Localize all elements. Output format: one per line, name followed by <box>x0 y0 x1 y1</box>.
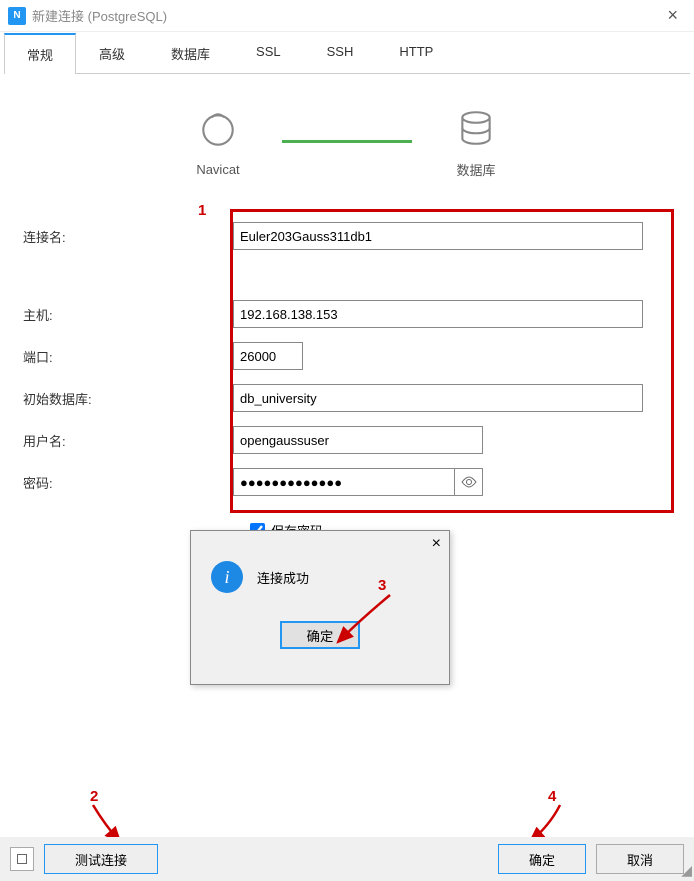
popup-ok-button[interactable]: 确定 <box>280 621 360 649</box>
success-popup: × i 连接成功 确定 <box>190 530 450 685</box>
conn-name-label: 连接名: <box>23 227 233 246</box>
close-icon[interactable]: × <box>659 5 686 26</box>
title-bar: N 新建连接 (PostgreSQL) × <box>0 0 694 32</box>
initdb-label: 初始数据库: <box>23 389 233 408</box>
port-label: 端口: <box>23 347 233 366</box>
database-label: 数据库 <box>456 160 495 179</box>
host-input[interactable] <box>233 300 643 328</box>
pwd-label: 密码: <box>23 473 233 492</box>
window-title: 新建连接 (PostgreSQL) <box>32 6 167 25</box>
ok-button[interactable]: 确定 <box>498 844 586 874</box>
form-highlight-box: 连接名: 主机: 端口: 初始数据库: 用户名: 密码: <box>230 209 674 513</box>
tab-bar: 常规 高级 数据库 SSL SSH HTTP <box>4 32 690 74</box>
conn-name-input[interactable] <box>233 222 643 250</box>
user-input[interactable] <box>233 426 483 454</box>
eye-icon[interactable] <box>455 468 483 496</box>
test-connection-button[interactable]: 测试连接 <box>44 844 158 874</box>
popup-message: 连接成功 <box>257 568 309 587</box>
resize-grip-icon[interactable]: ◢ <box>681 862 692 879</box>
tab-ssh[interactable]: SSH <box>304 33 377 74</box>
navicat-label: Navicat <box>196 162 239 177</box>
app-icon: N <box>8 7 26 25</box>
user-label: 用户名: <box>23 431 233 450</box>
annotation-3: 3 <box>378 577 386 594</box>
cancel-button[interactable]: 取消 <box>596 844 684 874</box>
database-icon <box>452 104 500 152</box>
tab-http[interactable]: HTTP <box>376 33 456 74</box>
tab-advanced[interactable]: 高级 <box>76 33 148 74</box>
port-input[interactable] <box>233 342 303 370</box>
connection-line <box>282 140 412 143</box>
tab-database[interactable]: 数据库 <box>148 33 233 74</box>
popup-close-icon[interactable]: × <box>432 535 441 553</box>
tab-general[interactable]: 常规 <box>4 33 76 74</box>
annotation-2: 2 <box>90 788 98 805</box>
pwd-input[interactable] <box>233 468 455 496</box>
host-label: 主机: <box>23 305 233 324</box>
annotation-1: 1 <box>198 202 206 219</box>
tab-ssl[interactable]: SSL <box>233 33 304 74</box>
annotation-4: 4 <box>548 788 556 805</box>
initdb-input[interactable] <box>233 384 643 412</box>
bottom-bar: 测试连接 确定 取消 <box>0 837 694 881</box>
layout-toggle-button[interactable] <box>10 847 34 871</box>
navicat-icon <box>194 106 242 154</box>
connection-diagram: Navicat 数据库 <box>20 104 674 179</box>
info-icon: i <box>211 561 243 593</box>
